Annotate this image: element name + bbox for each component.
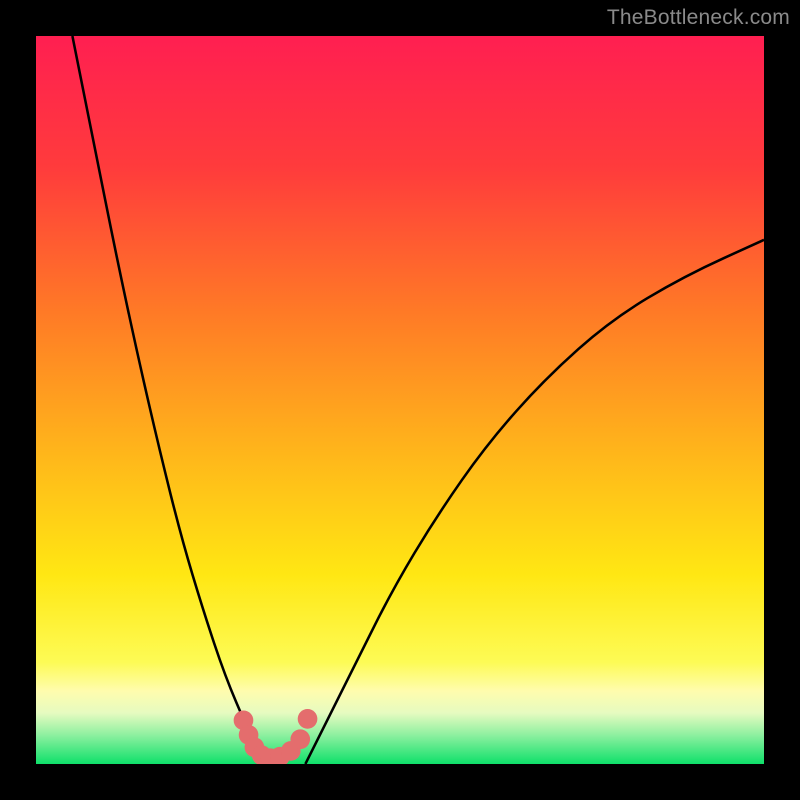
valley-dot bbox=[298, 709, 318, 729]
watermark-text: TheBottleneck.com bbox=[607, 6, 790, 30]
bottleneck-curve-chart bbox=[36, 36, 764, 764]
plot-area bbox=[36, 36, 764, 764]
gradient-background bbox=[36, 36, 764, 764]
valley-dot bbox=[290, 729, 310, 749]
chart-frame: TheBottleneck.com bbox=[0, 0, 800, 800]
